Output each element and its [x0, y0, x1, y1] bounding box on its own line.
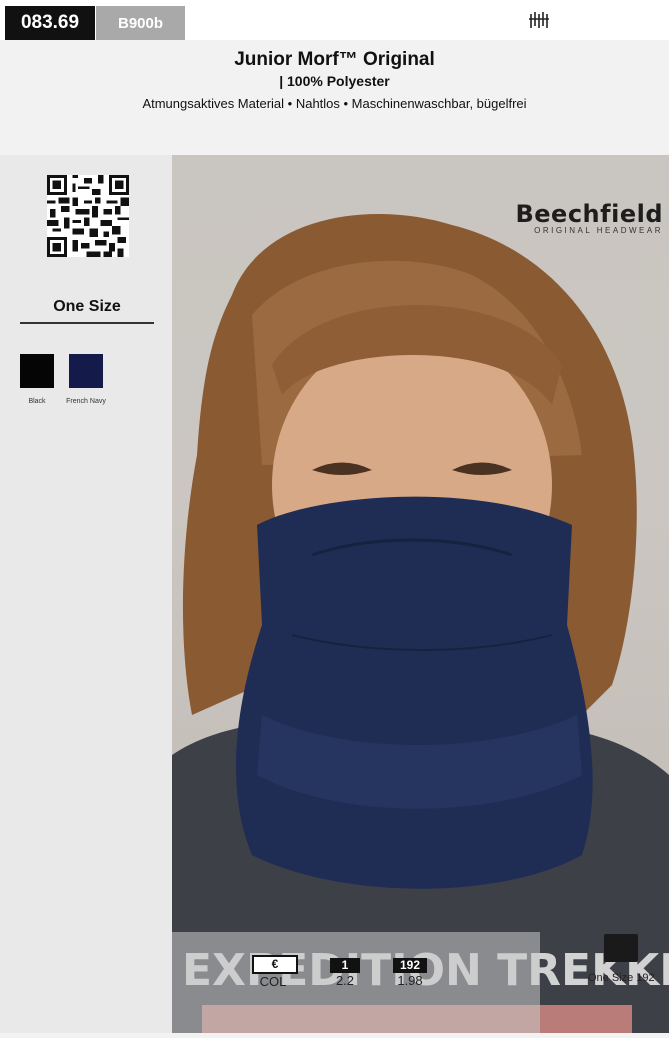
top-bar: 083.69 B900b: [0, 0, 669, 40]
price-col-qty2: 192 1.98: [392, 957, 428, 988]
brand-logo: Beechfield ORIGINAL HEADWEAR: [515, 202, 663, 235]
carton-info: One Size 192: [588, 972, 655, 984]
brand-tagline: ORIGINAL HEADWEAR: [534, 226, 663, 235]
qty1-label: 1: [330, 958, 360, 973]
product-photo: EXPEDITION TREKKING Beechfield ORIGINAL …: [172, 155, 669, 1033]
swatch-french-navy[interactable]: [69, 354, 103, 388]
price-col-qty1: 1 2.2: [329, 957, 361, 988]
currency-value: COL: [259, 974, 287, 989]
sku-code: B900b: [96, 6, 185, 40]
price-col-currency: € COL: [252, 955, 298, 989]
article-code: 083.69: [5, 6, 95, 40]
product-title: Junior Morf™ Original: [234, 49, 435, 70]
sidebar: [0, 155, 172, 1033]
currency-label: €: [252, 955, 298, 974]
price-table: € COL 1 2.2 192 1.98: [172, 932, 540, 1033]
brand-name: Beechfield: [515, 200, 663, 228]
product-header: Junior Morf™ Original | 100% Polyester A…: [0, 40, 669, 155]
product-features: Atmungsaktives Material • Nahtlos • Masc…: [142, 96, 527, 111]
size-label: One Size: [53, 298, 121, 315]
qr-code-icon[interactable]: [47, 175, 129, 257]
carton-icon: [604, 934, 638, 962]
swatch-black[interactable]: [20, 354, 54, 388]
product-material: | 100% Polyester: [279, 73, 390, 89]
qty2-price: 1.98: [397, 973, 423, 988]
size-divider: [20, 322, 154, 324]
qty1-price: 2.2: [335, 973, 355, 988]
qty2-label: 192: [393, 958, 427, 973]
model-illustration: EXPEDITION TREKKING: [172, 213, 669, 1033]
swatch-label-french-navy: French Navy: [66, 398, 106, 405]
care-symbol-icon: [528, 10, 550, 35]
carton-qty: 192: [636, 972, 655, 984]
carton-size: One Size: [588, 972, 634, 984]
